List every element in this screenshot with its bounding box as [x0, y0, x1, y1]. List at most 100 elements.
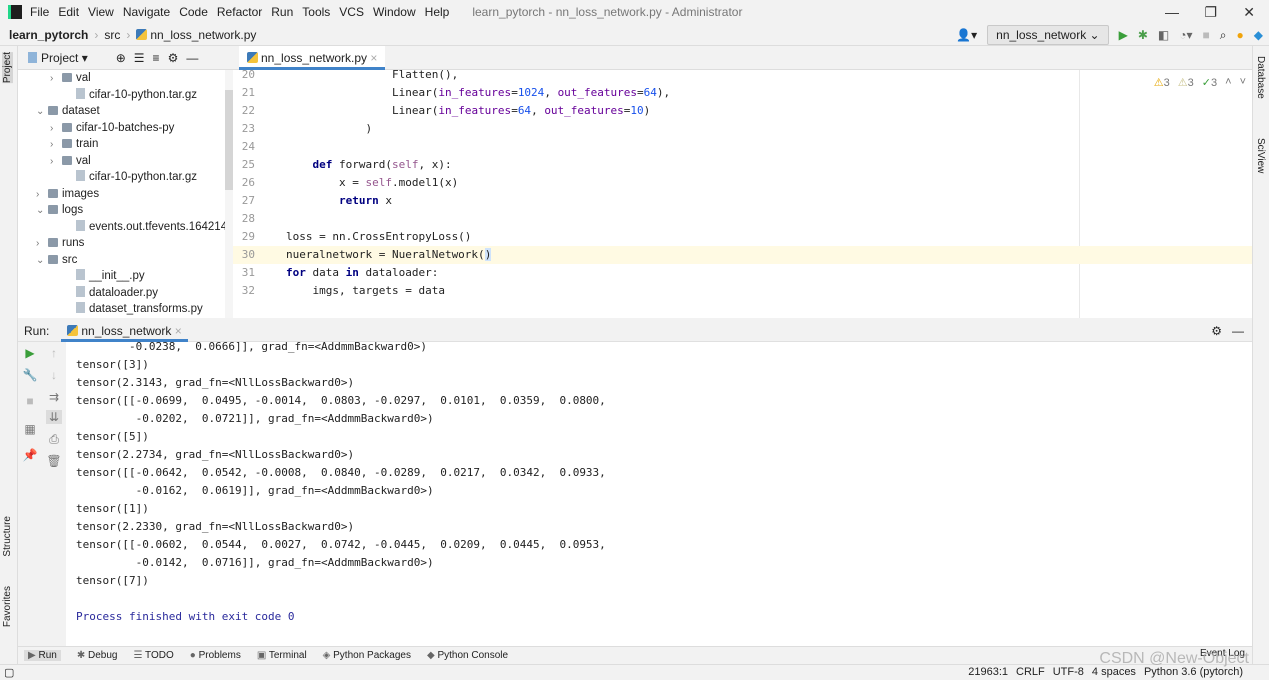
minimize-icon[interactable]: — — [1165, 4, 1179, 20]
tree-item[interactable]: dataloader.py — [64, 285, 158, 302]
print-icon[interactable]: ⎙ — [46, 432, 62, 447]
menu-tools[interactable]: Tools — [302, 5, 330, 19]
expand-arrow-icon[interactable]: ⌄ — [36, 103, 48, 120]
typos-count[interactable]: ✓3 — [1202, 76, 1217, 89]
bottom-tab-python-console[interactable]: ◆ Python Console — [427, 650, 508, 661]
expand-arrow-icon[interactable]: › — [50, 136, 62, 153]
warnings-count[interactable]: ⚠3 — [1154, 76, 1170, 89]
expand-arrow-icon[interactable]: ⌄ — [36, 202, 48, 219]
tree-item[interactable]: › train — [50, 136, 98, 153]
project-tool-button[interactable]: Project — [2, 52, 13, 84]
project-view-selector[interactable]: Project ▾ — [28, 51, 88, 65]
status-item[interactable]: 21963:1 — [968, 666, 1008, 678]
restore-icon[interactable]: ❐ — [1204, 4, 1217, 21]
stop-icon[interactable]: ■ — [1203, 28, 1210, 42]
debug-icon[interactable]: ✱ — [1138, 28, 1148, 42]
tree-item[interactable]: › runs — [36, 235, 84, 252]
tree-item[interactable]: › images — [36, 186, 99, 203]
run-icon[interactable]: ▶ — [1119, 28, 1128, 42]
clear-icon[interactable]: 🗑 — [46, 454, 62, 468]
status-item[interactable]: CRLF — [1016, 666, 1045, 678]
menu-help[interactable]: Help — [425, 5, 450, 19]
tree-item[interactable]: ⌄ dataset — [36, 103, 100, 120]
menu-edit[interactable]: Edit — [58, 5, 79, 19]
expand-arrow-icon[interactable]: ⌄ — [36, 252, 48, 269]
run-settings-icon[interactable]: ⚙ — [1211, 324, 1222, 338]
tree-item[interactable]: ⌄ src — [36, 252, 77, 269]
tree-item[interactable]: › val — [50, 153, 91, 170]
expand-arrow-icon[interactable]: › — [36, 235, 48, 252]
weak-warnings-count[interactable]: ⚠3 — [1178, 76, 1194, 89]
run-config-selector[interactable]: nn_loss_network ⌄ — [987, 25, 1109, 45]
menu-file[interactable]: File — [30, 5, 49, 19]
menu-view[interactable]: View — [88, 5, 114, 19]
pin-icon[interactable]: 📌 — [22, 448, 38, 462]
tree-item[interactable]: dataset_transforms.py — [64, 301, 203, 318]
structure-tool-button[interactable]: Structure — [2, 516, 13, 557]
sciview-tool-button[interactable]: SciView — [1255, 138, 1266, 173]
next-highlight-icon[interactable]: ˅ — [1240, 76, 1246, 89]
code-line: Linear(in_features=1024, out_features=64… — [286, 86, 671, 99]
menu-navigate[interactable]: Navigate — [123, 5, 170, 19]
menu-run[interactable]: Run — [271, 5, 293, 19]
bottom-tab-problems[interactable]: ● Problems — [190, 650, 241, 661]
tree-item[interactable]: events.out.tfevents.164214500 — [64, 219, 225, 236]
update-icon[interactable]: ● — [1237, 28, 1244, 42]
collapse-all-icon[interactable]: ≡ — [153, 51, 160, 65]
breadcrumb-file[interactable]: nn_loss_network.py — [136, 28, 262, 42]
breadcrumb-folder[interactable]: src — [104, 28, 120, 42]
bottom-tab-todo[interactable]: ☰ TODO — [133, 650, 173, 661]
scroll-up-icon[interactable]: ↑ — [46, 346, 62, 360]
menu-refactor[interactable]: Refactor — [217, 5, 262, 19]
bottom-tab-debug[interactable]: ✱ Debug — [77, 650, 118, 661]
tree-item[interactable]: cifar-10-python.tar.gz — [64, 169, 197, 186]
status-item[interactable]: UTF-8 — [1053, 666, 1084, 678]
tab-nn-loss-network[interactable]: nn_loss_network.py × — [239, 46, 386, 70]
profile-icon[interactable]: ◔▾ — [1179, 28, 1192, 42]
expand-all-icon[interactable]: ☰ — [134, 51, 145, 65]
run-tab[interactable]: nn_loss_network × — [61, 320, 188, 342]
expand-arrow-icon[interactable]: › — [50, 153, 62, 170]
settings-icon[interactable]: ⚙ — [168, 51, 179, 65]
stop-icon[interactable]: ■ — [22, 394, 38, 408]
scroll-down-icon[interactable]: ↓ — [46, 368, 62, 382]
coverage-icon[interactable]: ◧ — [1158, 28, 1169, 42]
locate-icon[interactable]: ⊕ — [116, 51, 126, 65]
prev-highlight-icon[interactable]: ˄ — [1225, 76, 1231, 89]
scroll-to-end-icon[interactable]: ⇊ — [46, 410, 62, 424]
menu-vcs[interactable]: VCS — [339, 5, 364, 19]
hide-icon[interactable]: — — [186, 51, 198, 65]
code-editor[interactable]: 20 Flatten(), 21 Linear(in_features=1024,… — [233, 70, 1252, 318]
inspection-widget[interactable]: ⚠3 ⚠3 ✓3 ˄ ˅ — [1154, 76, 1246, 89]
menu-code[interactable]: Code — [179, 5, 208, 19]
project-scrollbar[interactable] — [225, 70, 233, 318]
tree-item[interactable]: cifar-10-python.tar.gz — [64, 87, 197, 104]
rerun-icon[interactable]: ▶ — [22, 346, 38, 360]
layout-icon[interactable]: ▦ — [22, 422, 38, 436]
search-icon[interactable]: ⌕ — [1220, 28, 1227, 43]
favorites-tool-button[interactable]: Favorites — [2, 586, 13, 627]
soft-wrap-icon[interactable]: ⇉ — [46, 390, 62, 404]
breadcrumb-project[interactable]: learn_pytorch — [9, 28, 88, 42]
plugin-icon[interactable]: ◆ — [1254, 28, 1263, 42]
tree-item[interactable]: __init__.py — [64, 268, 145, 285]
database-tool-button[interactable]: Database — [1255, 56, 1266, 99]
user-icon[interactable]: 👤▾ — [956, 28, 977, 42]
close-tab-icon[interactable]: × — [370, 51, 377, 65]
expand-arrow-icon[interactable]: › — [50, 70, 62, 87]
menu-window[interactable]: Window — [373, 5, 416, 19]
expand-arrow-icon[interactable]: › — [36, 186, 48, 203]
close-icon[interactable]: ✕ — [1243, 4, 1255, 21]
bottom-tab-run[interactable]: ▶ Run — [24, 650, 61, 661]
bottom-tab-python-packages[interactable]: ◈ Python Packages — [323, 650, 411, 661]
hide-run-icon[interactable]: — — [1232, 324, 1244, 338]
status-toggle-icon[interactable]: ▢ — [4, 666, 14, 679]
tree-item[interactable]: › cifar-10-batches-py — [50, 120, 174, 137]
close-run-tab-icon[interactable]: × — [175, 324, 182, 338]
tree-item[interactable]: › val — [50, 70, 91, 87]
edit-config-icon[interactable]: 🔧 — [22, 368, 38, 382]
expand-arrow-icon[interactable]: › — [50, 120, 62, 137]
bottom-tab-terminal[interactable]: ▣ Terminal — [257, 650, 307, 661]
run-console[interactable]: -0.0238, 0.0666]], grad_fn=<AddmmBackwar… — [66, 342, 1252, 646]
tree-item[interactable]: ⌄ logs — [36, 202, 83, 219]
